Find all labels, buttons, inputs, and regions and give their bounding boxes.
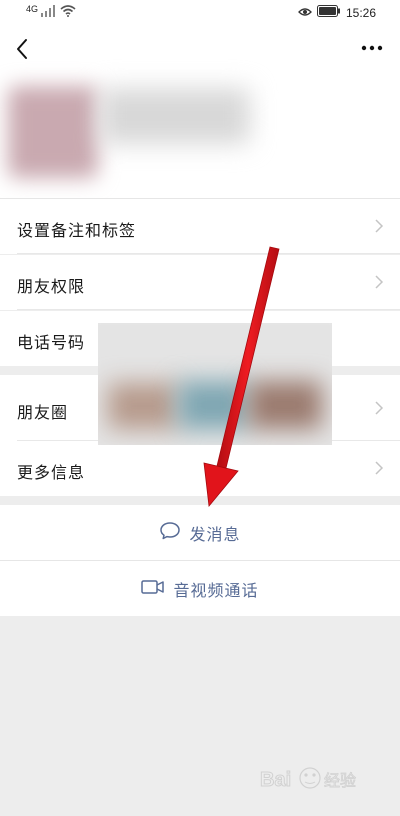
profile-name-blurred (100, 88, 250, 144)
baidu-jingyan-watermark: Bai 经验 (258, 756, 378, 800)
chevron-right-icon (374, 400, 384, 416)
status-bar: 4G 15:26 (0, 0, 400, 26)
send-message-label: 发消息 (189, 524, 241, 544)
battery-icon (316, 5, 341, 20)
chat-bubble-icon (159, 521, 181, 545)
wifi-icon (60, 5, 76, 20)
status-bar-right: 15:26 (298, 5, 376, 20)
section-gap (0, 496, 400, 505)
svg-text:Bai: Bai (260, 769, 291, 791)
menu-item-more-info[interactable]: 更多信息 (0, 441, 400, 496)
row-divider (17, 253, 400, 254)
chevron-right-icon (374, 274, 384, 290)
menu-item-remark-tags[interactable]: 设置备注和标签 (0, 199, 400, 254)
menu-item-label: 设置备注和标签 (17, 221, 137, 240)
back-chevron-icon[interactable] (8, 34, 38, 64)
nav-bar (0, 26, 400, 70)
signal-icon (41, 5, 57, 20)
profile-card[interactable] (0, 70, 400, 198)
menu-item-friend-permissions[interactable]: 朋友权限 (0, 255, 400, 310)
avatar[interactable] (8, 86, 98, 178)
svg-text:经验: 经验 (324, 771, 356, 790)
video-call-label: 音视频通话 (173, 580, 259, 600)
chevron-right-icon (374, 218, 384, 234)
video-camera-icon (141, 579, 165, 599)
menu-item-label: 电话号码 (17, 333, 86, 352)
moments-photos-blurred (98, 323, 332, 445)
row-divider (17, 309, 400, 310)
eye-comfort-icon (298, 6, 312, 20)
status-bar-left: 4G (26, 3, 76, 20)
chevron-right-icon (374, 460, 384, 476)
network-type: 4G (26, 3, 39, 14)
menu-item-label: 朋友权限 (17, 277, 86, 296)
clock: 15:26 (345, 5, 376, 20)
send-message-button[interactable]: 发消息 (0, 505, 400, 560)
contact-profile-page: 4G 15:26 设置备注和标签 朋友权限 电话号码 朋友圈 更多信息 发消息 … (0, 0, 400, 816)
menu-item-label: 更多信息 (17, 463, 86, 482)
video-call-button[interactable]: 音视频通话 (0, 561, 400, 616)
menu-item-label: 朋友圈 (17, 403, 69, 422)
more-dots-icon[interactable] (358, 38, 386, 58)
